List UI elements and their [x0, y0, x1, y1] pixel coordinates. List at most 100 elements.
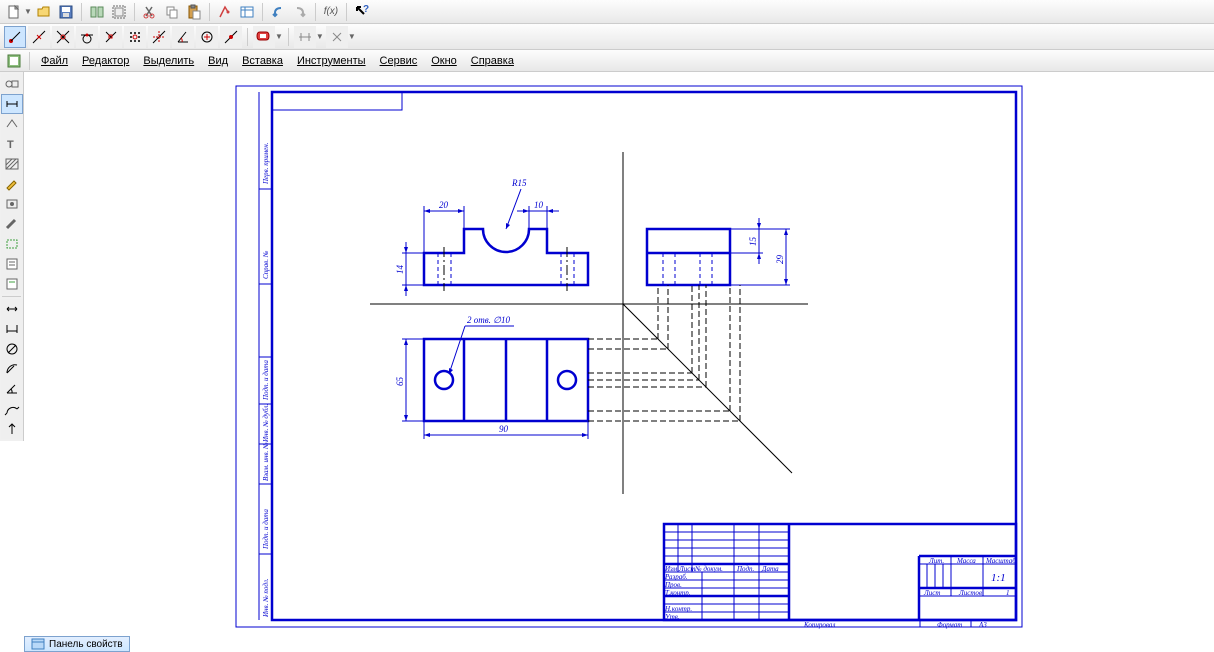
vt-measure[interactable]	[1, 214, 23, 234]
vt-auto-dim[interactable]	[1, 299, 23, 319]
front-view: 20 10 R15 14	[395, 178, 588, 296]
panel-icon	[31, 638, 45, 650]
properties-button[interactable]	[215, 2, 235, 22]
menu-file[interactable]: Файл	[35, 53, 74, 69]
panel-label: Панель свойств	[49, 639, 123, 650]
paste-button[interactable]	[184, 2, 204, 22]
vt-arc-dim[interactable]	[1, 399, 23, 419]
new-button[interactable]	[4, 2, 24, 22]
snap-extra2-button[interactable]	[326, 26, 348, 48]
svg-text:R15: R15	[511, 178, 527, 188]
snap-point-button[interactable]	[220, 26, 242, 48]
vt-dimension[interactable]	[1, 94, 23, 114]
snap-nearest-button[interactable]	[28, 26, 50, 48]
svg-text:Инв. № дубл.: Инв. № дубл.	[262, 404, 270, 443]
snap-intersection-button[interactable]	[52, 26, 74, 48]
svg-text:Формат: Формат	[937, 621, 962, 629]
svg-text:A3: A3	[978, 621, 987, 629]
svg-text:14: 14	[395, 265, 405, 275]
snap-tangent-button[interactable]	[76, 26, 98, 48]
copy-button[interactable]	[162, 2, 182, 22]
menu-editor[interactable]: Редактор	[76, 53, 135, 69]
help-button[interactable]: ?	[352, 2, 372, 22]
svg-text:2 отв. ∅10: 2 отв. ∅10	[467, 315, 510, 325]
svg-text:Подп.: Подп.	[736, 565, 755, 573]
dropdown-icon[interactable]: ▼	[24, 7, 32, 16]
dropdown-icon[interactable]: ▼	[275, 32, 283, 41]
svg-text:1:1: 1:1	[991, 572, 1006, 584]
menu-service[interactable]: Сервис	[374, 53, 424, 69]
svg-text:№ докум.: № докум.	[694, 565, 723, 573]
svg-text:10: 10	[534, 200, 544, 210]
top-view: 65 90 2 отв. ∅10	[395, 315, 588, 439]
vt-angle-dim[interactable]	[1, 379, 23, 399]
menu-select[interactable]: Выделить	[137, 53, 200, 69]
save-button[interactable]	[56, 2, 76, 22]
fx-button[interactable]: f(x)	[321, 2, 341, 22]
vt-report[interactable]	[1, 274, 23, 294]
redo-button[interactable]	[290, 2, 310, 22]
snap-endpoint-button[interactable]	[4, 26, 26, 48]
title-block: Изм Лист № докум. Подп. Дата Разраб. Про…	[664, 524, 1016, 629]
standard-toolbar: ▼ f(x) ?	[0, 0, 1214, 24]
svg-text:Инв. № подл.: Инв. № подл.	[262, 578, 270, 618]
vt-hatch[interactable]	[1, 154, 23, 174]
manager-button[interactable]	[87, 2, 107, 22]
svg-text:Взам. инв. №: Взам. инв. №	[262, 442, 270, 481]
vt-spec[interactable]	[1, 254, 23, 274]
menu-view[interactable]: Вид	[202, 53, 234, 69]
paper-frame: Перв. примен. Справ. № Подп. и дата Инв.…	[234, 84, 1024, 629]
vt-select[interactable]	[1, 234, 23, 254]
menu-window[interactable]: Окно	[425, 53, 463, 69]
dropdown-icon[interactable]: ▼	[316, 32, 324, 41]
undo-button[interactable]	[268, 2, 288, 22]
snap-toolbar: ▼ ▼ ▼	[0, 24, 1214, 50]
svg-text:Пров.: Пров.	[664, 581, 682, 589]
svg-text:90: 90	[499, 424, 509, 434]
snap-grid-button[interactable]	[124, 26, 146, 48]
svg-text:15: 15	[748, 237, 758, 247]
menu-insert[interactable]: Вставка	[236, 53, 289, 69]
vt-edit[interactable]	[1, 174, 23, 194]
vt-height-dim[interactable]	[1, 419, 23, 439]
open-button[interactable]	[34, 2, 54, 22]
menu-tools[interactable]: Инструменты	[291, 53, 372, 69]
app-icon	[4, 51, 24, 71]
vt-rad-dim[interactable]	[1, 359, 23, 379]
snap-extra1-button[interactable]	[294, 26, 316, 48]
svg-text:Дата: Дата	[761, 565, 779, 573]
vt-linear-dim[interactable]	[1, 319, 23, 339]
layout-button[interactable]	[109, 2, 129, 22]
vt-text[interactable]: T	[1, 134, 23, 154]
svg-text:Лит.: Лит.	[928, 557, 944, 565]
svg-text:Перв. примен.: Перв. примен.	[262, 142, 270, 185]
vt-params[interactable]	[1, 194, 23, 214]
menu-help[interactable]: Справка	[465, 53, 520, 69]
svg-text:65: 65	[395, 377, 405, 387]
vt-designation[interactable]	[1, 114, 23, 134]
snap-center-button[interactable]	[196, 26, 218, 48]
snap-perpendicular-button[interactable]	[100, 26, 122, 48]
svg-text:1: 1	[1006, 589, 1010, 597]
svg-text:Справ. №: Справ. №	[262, 250, 270, 279]
vt-geometry[interactable]	[1, 74, 23, 94]
svg-text:29: 29	[775, 255, 785, 265]
dropdown-icon[interactable]: ▼	[348, 32, 356, 41]
snap-angle-button[interactable]	[172, 26, 194, 48]
svg-text:?: ?	[363, 4, 369, 15]
svg-text:Лист: Лист	[678, 565, 695, 573]
menu-bar: Файл Редактор Выделить Вид Вставка Инстр…	[0, 50, 1214, 72]
snap-xy-button[interactable]	[148, 26, 170, 48]
projection-lines	[370, 152, 808, 494]
svg-text:Лист: Лист	[923, 589, 940, 597]
left-toolbar: T	[0, 72, 24, 441]
drawing-canvas[interactable]: Перв. примен. Справ. № Подп. и дата Инв.…	[24, 72, 1214, 640]
svg-text:20: 20	[439, 200, 449, 210]
variables-button[interactable]	[237, 2, 257, 22]
cut-button[interactable]	[140, 2, 160, 22]
vt-dia-dim[interactable]	[1, 339, 23, 359]
properties-panel-tab[interactable]: Панель свойств	[24, 636, 130, 652]
svg-text:Листов: Листов	[958, 589, 982, 597]
snap-toggle-button[interactable]	[253, 26, 275, 48]
svg-text:Н.контр.: Н.контр.	[664, 605, 692, 613]
